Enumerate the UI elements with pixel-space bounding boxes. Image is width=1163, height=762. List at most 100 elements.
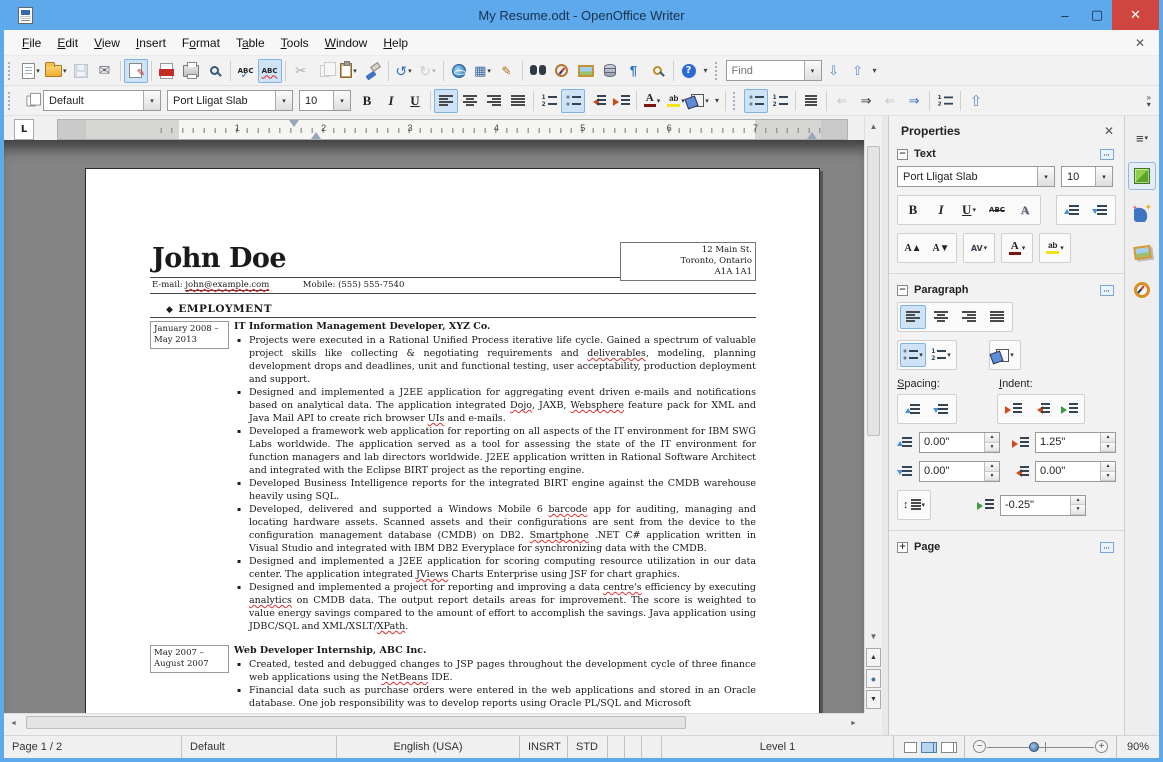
spin-down-icon[interactable]: ▼ bbox=[1071, 505, 1086, 515]
page-style-status[interactable]: Default bbox=[182, 736, 337, 758]
character-spacing-button[interactable]: AV ▾ bbox=[966, 236, 992, 260]
justify-button[interactable] bbox=[984, 305, 1010, 329]
font-size-dropdown[interactable]: ▾ bbox=[1095, 167, 1112, 186]
spin-down-icon[interactable]: ▼ bbox=[1101, 471, 1115, 481]
above-spacing-value[interactable]: 0.00" bbox=[920, 433, 984, 452]
paragraph-style-dropdown[interactable]: ▾ bbox=[143, 91, 160, 110]
more-options-button[interactable]: ⋯ bbox=[1100, 148, 1114, 160]
font-name-dropdown[interactable]: ▾ bbox=[1037, 167, 1054, 186]
vertical-scrollbar-thumb[interactable] bbox=[867, 146, 880, 436]
grow-font-button[interactable]: A▲ bbox=[900, 236, 926, 260]
find-next-button[interactable]: ⇩ bbox=[822, 59, 846, 83]
insert-table-button[interactable]: ▦ ▾ bbox=[471, 59, 495, 83]
font-size-combobox[interactable]: 10 ▾ bbox=[299, 90, 351, 111]
above-paragraph-spacing-field[interactable]: 0.00" ▲ ▼ bbox=[919, 432, 1000, 453]
find-toolbar-overflow-button[interactable]: ▾ bbox=[873, 67, 877, 75]
find-dropdown-button[interactable]: ▾ bbox=[803, 61, 821, 80]
underline-button[interactable]: U ▾ bbox=[956, 198, 982, 222]
more-options-button[interactable]: ⋯ bbox=[1100, 284, 1114, 296]
selection-mode-status[interactable]: STD bbox=[568, 736, 608, 758]
after-indent-value[interactable]: 0.00" bbox=[1036, 462, 1100, 481]
maximize-button[interactable]: ▢ bbox=[1082, 0, 1112, 30]
shadow-button[interactable]: A bbox=[1012, 198, 1038, 222]
bullet-list-button[interactable]: ▾ bbox=[900, 343, 926, 367]
minimize-button[interactable]: – bbox=[1050, 0, 1080, 30]
spin-up-icon[interactable]: ▲ bbox=[985, 433, 999, 443]
expand-icon[interactable]: + bbox=[897, 541, 908, 553]
toolbar-overflow-button[interactable]: ▾ bbox=[715, 97, 719, 105]
font-color-button[interactable]: A ▾ bbox=[640, 89, 664, 113]
spin-down-icon[interactable]: ▼ bbox=[1101, 442, 1115, 452]
numbered-list-button[interactable]: ▾ bbox=[928, 343, 954, 367]
sidebar-tab-navigator[interactable] bbox=[1128, 276, 1156, 304]
spin-down-icon[interactable]: ▼ bbox=[985, 442, 999, 452]
find-previous-button[interactable]: ⇧ bbox=[846, 59, 870, 83]
decrease-indent-button[interactable] bbox=[585, 89, 609, 113]
digital-signature-status[interactable] bbox=[625, 736, 642, 758]
zoom-slider-thumb[interactable] bbox=[1029, 742, 1039, 752]
find-combobox[interactable]: ▾ bbox=[725, 60, 822, 81]
document-view[interactable]: John Doe 12 Main St. Toronto, Ontario A1A … bbox=[4, 140, 864, 713]
horizontal-scrollbar-thumb[interactable] bbox=[26, 716, 686, 729]
strikethrough-button[interactable]: ABC bbox=[984, 198, 1010, 222]
menu-item[interactable]: Table bbox=[228, 32, 273, 54]
more-options-button[interactable]: ⋯ bbox=[1100, 541, 1114, 553]
previous-page-button[interactable]: ▲ bbox=[866, 648, 881, 667]
paragraph-section-header[interactable]: − Paragraph ⋯ bbox=[889, 280, 1124, 298]
font-color-button[interactable]: A ▾ bbox=[1004, 236, 1030, 260]
zoom-out-button[interactable]: − bbox=[973, 740, 986, 753]
horizontal-ruler[interactable]: 1234567 bbox=[57, 119, 848, 140]
vertical-scrollbar[interactable]: ▲ ▼ ▲ ● ▼ bbox=[864, 116, 881, 712]
menu-item[interactable]: File bbox=[14, 32, 49, 54]
first-line-indent-value[interactable]: -0.25" bbox=[1001, 496, 1070, 515]
bold-button[interactable]: B bbox=[355, 89, 379, 113]
before-indent-value[interactable]: 1.25" bbox=[1036, 433, 1100, 452]
paragraph-style-combobox[interactable]: Default ▾ bbox=[43, 90, 161, 111]
right-indent-marker[interactable] bbox=[807, 127, 817, 139]
find-replace-button[interactable] bbox=[526, 59, 550, 83]
cut-button[interactable]: ✂ bbox=[289, 59, 313, 83]
toolbar-overflow-button[interactable]: ▾ bbox=[704, 67, 708, 75]
switch-indent-button[interactable] bbox=[1056, 397, 1082, 421]
line-spacing-button[interactable]: ↕ ▾ bbox=[900, 493, 928, 517]
page-number-status[interactable]: Page 1 / 2 bbox=[4, 736, 182, 758]
bold-button[interactable]: B bbox=[900, 198, 926, 222]
highlighting-button[interactable]: ab ▾ bbox=[1042, 236, 1068, 260]
book-view-button[interactable] bbox=[941, 741, 954, 753]
spelling-button[interactable]: ABC ✓ bbox=[234, 59, 258, 83]
title-bar[interactable]: My Resume.odt - OpenOffice Writer bbox=[0, 0, 1163, 30]
italic-button[interactable]: I bbox=[379, 89, 403, 113]
open-button[interactable]: ▾ bbox=[43, 59, 69, 83]
align-center-button[interactable] bbox=[458, 89, 482, 113]
page-section-header[interactable]: + Page ⋯ bbox=[889, 537, 1124, 555]
menu-item[interactable]: Edit bbox=[49, 32, 86, 54]
sidebar-font-size-combobox[interactable]: 10 ▾ bbox=[1061, 166, 1113, 187]
first-line-indent-field[interactable]: -0.25" ▲ ▼ bbox=[1000, 494, 1087, 516]
data-sources-button[interactable] bbox=[598, 59, 622, 83]
autospellcheck-button[interactable]: ABC bbox=[257, 58, 282, 83]
redo-button[interactable]: ↻ ▾ bbox=[416, 59, 440, 83]
hyperlink-button[interactable] bbox=[447, 59, 471, 83]
decrease-paragraph-spacing-button[interactable] bbox=[928, 397, 954, 421]
toolbar-grip[interactable] bbox=[8, 91, 15, 110]
navigator-button[interactable] bbox=[550, 59, 574, 83]
next-page-button[interactable]: ▼ bbox=[866, 690, 881, 709]
increase-spacing-button[interactable] bbox=[1059, 198, 1085, 222]
language-status[interactable]: English (USA) bbox=[337, 736, 520, 758]
panel-close-button[interactable]: ✕ bbox=[1104, 124, 1114, 138]
single-page-view-button[interactable] bbox=[904, 741, 917, 753]
bullets-on-off-button[interactable] bbox=[744, 88, 769, 113]
increase-indent-button[interactable] bbox=[609, 89, 633, 113]
format-paintbrush-button[interactable] bbox=[361, 59, 385, 83]
new-document-button[interactable]: ▾ bbox=[19, 59, 43, 83]
help-button[interactable]: ? bbox=[677, 59, 701, 83]
sidebar-menu-button[interactable]: ≡ ▾ bbox=[1128, 124, 1156, 152]
collapse-icon[interactable]: − bbox=[897, 148, 908, 160]
email-link[interactable]: john@example.com bbox=[185, 280, 270, 291]
formatting-marks-button[interactable]: ¶ bbox=[622, 59, 646, 83]
before-text-indent-field[interactable]: 1.25" ▲ ▼ bbox=[1035, 432, 1116, 453]
save-button[interactable] bbox=[69, 59, 93, 83]
zoom-in-button[interactable]: + bbox=[1095, 740, 1108, 753]
bullets-toolbar-grip[interactable] bbox=[733, 91, 740, 110]
email-document-button[interactable]: ✉ bbox=[93, 59, 117, 83]
